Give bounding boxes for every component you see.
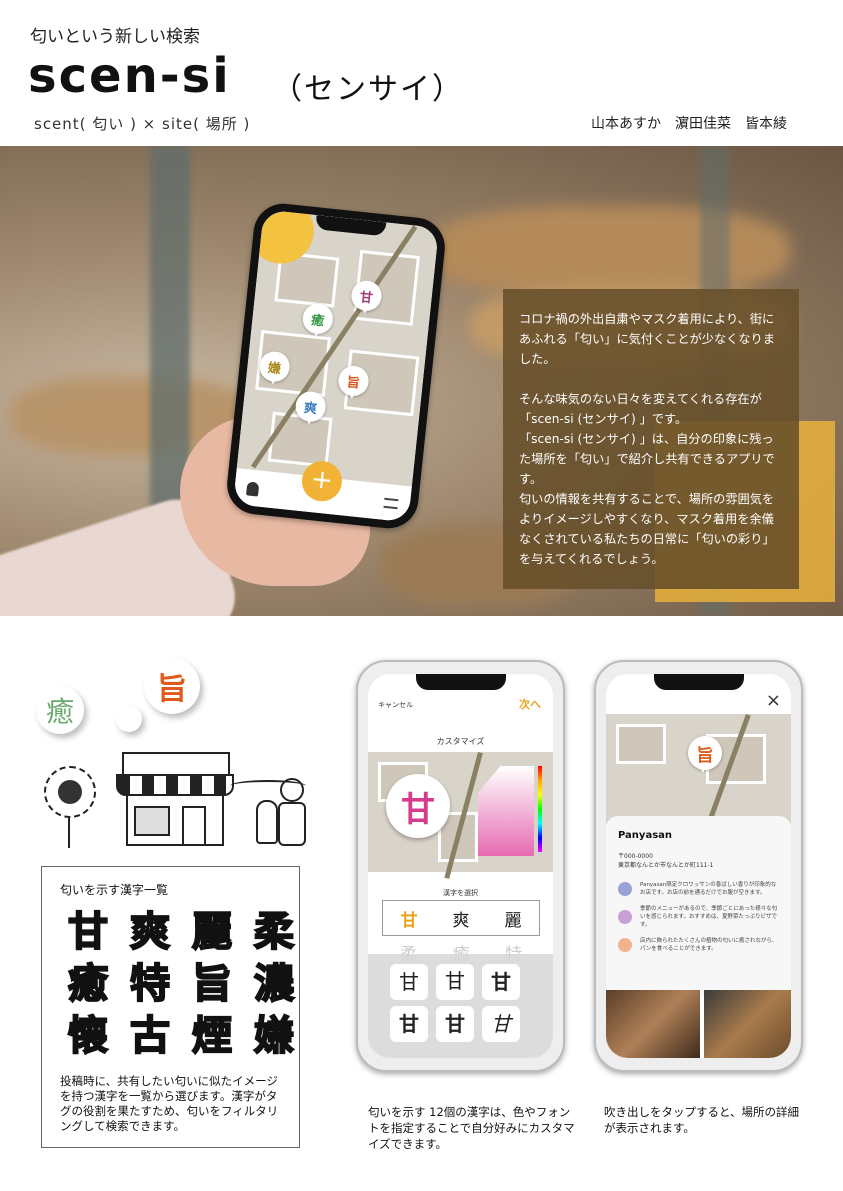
preview-pin: 甘: [386, 774, 450, 838]
comment-color-dot: [618, 882, 632, 896]
kanji-item: 濃: [253, 960, 295, 1008]
detail-caption: 吹き出しをタップすると、場所の詳細が表示されます。: [604, 1105, 800, 1135]
hue-slider[interactable]: [538, 766, 542, 852]
cancel-button[interactable]: キャンセル: [378, 700, 413, 710]
comment-color-dot: [618, 910, 632, 924]
comment-text: Panyasan限定クロワッサンの香ばしい香りが印象的なお店です。お店の前を通る…: [640, 882, 777, 896]
comment-row: 店内に飾られたたくさんの植物の匂いに癒されながら、パンを食べることができます。: [618, 937, 779, 953]
bubble-small: [116, 706, 142, 732]
customize-phone: キャンセル 次へ カスタマイズ 甘 漢字を選択 甘 爽 麗 柔 癒 特 甘 甘 …: [356, 660, 565, 1072]
sunflower-center: [58, 780, 82, 804]
intro-text-box: コロナ禍の外出自粛やマスク着用により、街にあふれる「匂い」に気付くことが少なくな…: [503, 289, 799, 589]
font-option[interactable]: 甘: [436, 1006, 474, 1042]
font-grid: 甘 甘 甘 甘 甘 甘: [390, 964, 520, 1042]
font-option[interactable]: 甘: [390, 964, 428, 1000]
shop-roof: [122, 752, 230, 774]
dog: [256, 800, 278, 844]
kanji-item: 特: [129, 960, 171, 1008]
shop-postal: 〒000-0000: [618, 853, 653, 860]
comment-row: 季節のメニューがあるので、季節ごとにあった様々な匂いを感じられます。おすすめは、…: [618, 905, 779, 929]
sunflower-stem: [68, 818, 70, 848]
customize-title: カスタマイズ: [436, 737, 485, 746]
kanji-item: 嫌: [253, 1012, 295, 1060]
font-option[interactable]: 甘: [390, 1006, 428, 1042]
kanji-list-title: 匂いを示す漢字一覧: [60, 883, 169, 897]
person-body: [278, 802, 306, 846]
comment-text: 季節のメニューがあるので、季節ごとにあった様々な匂いを感じられます。おすすめは、…: [640, 906, 778, 928]
font-option[interactable]: 甘: [482, 964, 520, 1000]
kanji-item: 爽: [129, 908, 171, 956]
intro-paragraph-2b: 「scen-si (センサイ) 」は、自分の印象に残った場所を「匂い」で紹介し共…: [519, 432, 775, 486]
kanji-list-description: 投稿時に、共有したい匂いに似たイメージを持つ漢字を一覧から選びます。漢字がタグの…: [60, 1074, 279, 1133]
intro-paragraph-2c: 匂いの情報を共有することで、場所の雰囲気をよりイメージしやすくなり、マスク着用を…: [519, 492, 775, 566]
illustration: 癒 旨: [30, 650, 320, 855]
comment-color-dot: [618, 938, 632, 952]
kanji-item: 癒: [67, 960, 109, 1008]
scent-line: [230, 780, 306, 792]
select-kanji-label: 漢字を選択: [443, 889, 478, 897]
shop-address: 東京都なんとか市なんとか町111-1: [618, 862, 714, 869]
kanji-item: 煙: [191, 1012, 233, 1060]
detail-card: Panyasan 〒000-0000 東京都なんとか市なんとか町111-1 Pa…: [606, 816, 791, 996]
font-option[interactable]: 甘: [436, 964, 474, 1000]
picker-option[interactable]: 爽: [453, 906, 470, 931]
kanji-list-box: 匂いを示す漢字一覧 甘 爽 麗 柔 癒 特 旨 濃 懐 古 煙 嫌 投稿時に、共…: [41, 866, 300, 1148]
kanji-item: 麗: [191, 908, 233, 956]
kanji-item: 柔: [253, 908, 295, 956]
shop-photo-2: [704, 990, 791, 1058]
user-icon[interactable]: [245, 481, 260, 497]
kanji-item: 甘: [67, 908, 109, 956]
bubble-iyashi: 癒: [36, 686, 84, 734]
shop-awning: [116, 774, 234, 796]
shop-window: [134, 806, 170, 836]
authors: 山本あすか 濵田佳菜 皆本綾: [591, 116, 787, 132]
picker-option[interactable]: 麗: [505, 906, 522, 931]
intro-paragraph-1: コロナ禍の外出自粛やマスク着用により、街にあふれる「匂い」に気付くことが少なくな…: [519, 312, 775, 366]
kanji-item: 旨: [191, 960, 233, 1008]
detail-pin-umai[interactable]: 旨: [688, 736, 722, 773]
kanji-item: 懐: [67, 1012, 109, 1060]
hero-phone: 甘 癒 嫌 旨 爽 +: [224, 200, 448, 532]
bubble-umai: 旨: [144, 658, 200, 714]
comment-row: Panyasan限定クロワッサンの香ばしい香りが印象的なお店です。お店の前を通る…: [618, 881, 779, 897]
shop-name: Panyasan: [618, 830, 673, 841]
intro-paragraph-2a: そんな味気のない日々を変えてくれる存在が「scen-si (センサイ) 」です。: [519, 392, 762, 426]
logo-reading: （センサイ）: [272, 72, 464, 107]
kanji-grid: 甘 爽 麗 柔 癒 特 旨 濃 懐 古 煙 嫌: [62, 906, 295, 1062]
next-button[interactable]: 次へ: [519, 696, 541, 712]
font-option[interactable]: 甘: [482, 1006, 520, 1042]
shop-photo-1: [606, 990, 700, 1058]
picker-option[interactable]: 甘: [401, 906, 418, 931]
kanji-picker[interactable]: 甘 爽 麗: [382, 900, 540, 936]
close-icon[interactable]: ×: [766, 690, 781, 711]
shop-door: [182, 806, 206, 846]
comment-text: 店内に飾られたたくさんの植物の匂いに癒されながら、パンを食べることができます。: [640, 938, 778, 952]
name-origin: scent( 匂い ) × site( 場所 ): [34, 115, 251, 133]
detail-phone: × 旨 Panyasan 〒000-0000 東京都なんとか市なんとか町111-…: [594, 660, 803, 1072]
menu-icon[interactable]: [383, 497, 399, 510]
logo: scen-si: [28, 48, 231, 104]
customize-caption: 匂いを示す 12個の漢字は、色やフォントを指定することで自分好みにカスタマイズで…: [368, 1105, 575, 1151]
kicker-text: 匂いという新しい検索: [30, 27, 200, 47]
kanji-item: 古: [129, 1012, 171, 1060]
